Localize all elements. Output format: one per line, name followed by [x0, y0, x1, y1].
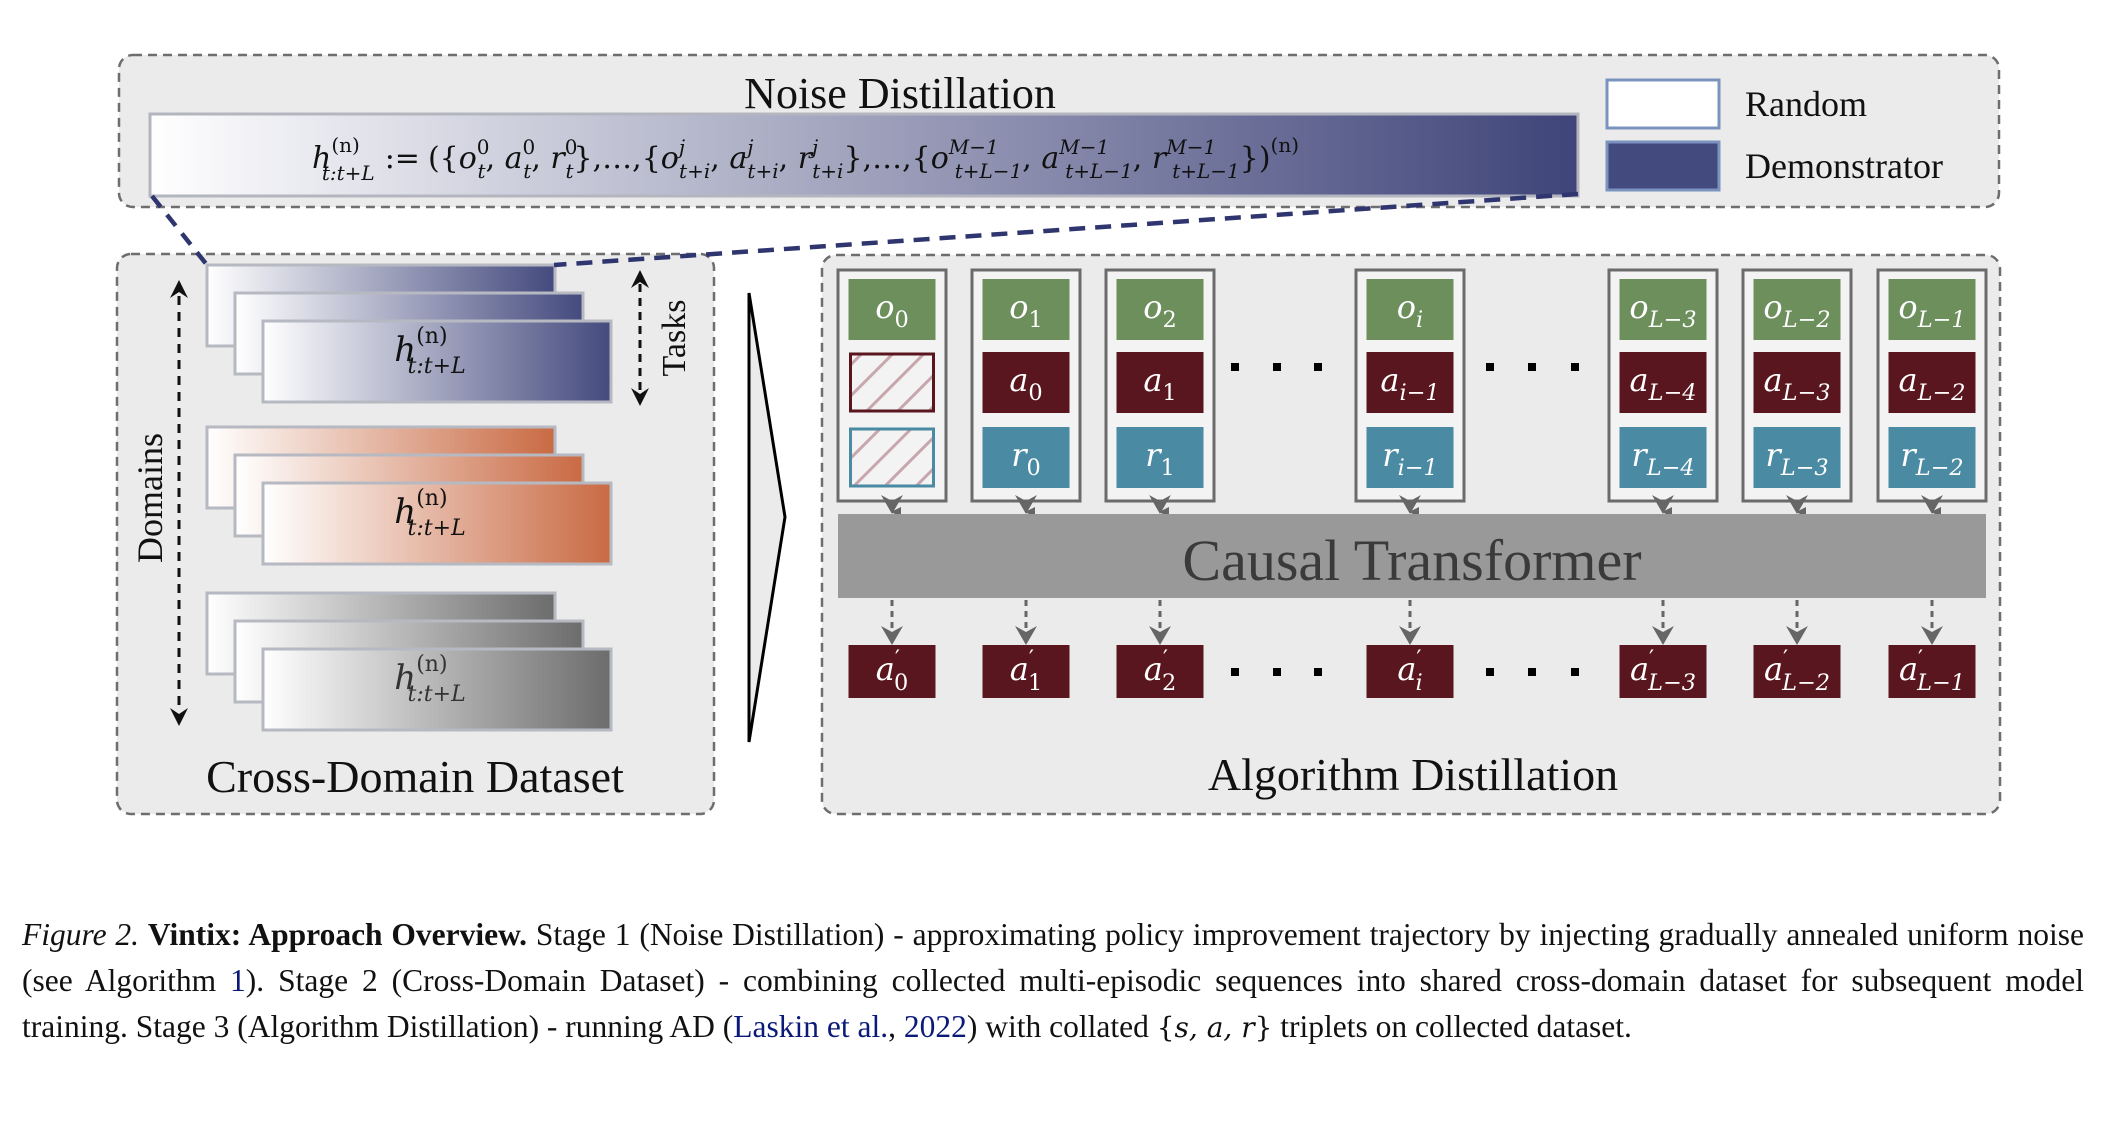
- legend-label-random: Random: [1745, 84, 1867, 124]
- ellipsis-dot: [1486, 668, 1494, 676]
- causal-transformer-label: Causal Transformer: [1182, 528, 1641, 593]
- timestep-column-4: oL−3aL−4rL−4: [1607, 268, 1719, 517]
- legend-swatch-random: [1605, 78, 1721, 130]
- caption-figure-label: Figure 2.: [22, 917, 140, 952]
- caption-math-triplet: {s, a, r}: [1156, 1011, 1273, 1044]
- ellipsis-dot: [1314, 668, 1322, 676]
- timestep-column-0: o0: [836, 268, 948, 517]
- algorithm-reference-link[interactable]: 1: [230, 963, 246, 998]
- ellipsis-dot: [1571, 363, 1579, 371]
- ellipsis-dot: [1273, 363, 1281, 371]
- domain-group-3: h(n) t:t+L: [205, 591, 613, 732]
- timestep-column-1: o1a0r0: [970, 268, 1082, 517]
- cross-domain-dataset-title: Cross-Domain Dataset: [206, 751, 624, 802]
- ellipsis-dot: [1231, 363, 1239, 371]
- timestep-column-2: o2a1r1: [1104, 268, 1216, 517]
- empty-action-token: [849, 352, 935, 413]
- legend-label-demonstrator: Demonstrator: [1745, 146, 1943, 186]
- cross-domain-dataset-panel: h(n) t:t+L h(n) t:t+L h(n) t:t+L Domains Task…: [115, 252, 716, 816]
- ellipsis-dot: [1231, 668, 1239, 676]
- ellipsis-dot: [1486, 363, 1494, 371]
- citation-year-link[interactable]: 2022: [904, 1009, 967, 1044]
- ellipsis-dot: [1571, 668, 1579, 676]
- stage-transition-chevron: [747, 292, 787, 743]
- tasks-label: Tasks: [656, 300, 693, 377]
- figure-caption: Figure 2. Vintix: Approach Overview. Sta…: [22, 912, 2084, 1051]
- caption-text-3: ) with collated: [966, 1009, 1157, 1044]
- domains-label: Domains: [130, 433, 170, 563]
- timestep-column-6: oL−1aL−2rL−2: [1876, 268, 1988, 517]
- legend-swatch-demonstrator: [1605, 140, 1721, 192]
- timestep-column-5: oL−2aL−3rL−3: [1741, 268, 1853, 517]
- ellipsis-dot: [1528, 668, 1536, 676]
- citation-separator: ,: [888, 1009, 904, 1044]
- domain-group-2: h(n) t:t+L: [205, 425, 613, 566]
- algorithm-distillation-title: Algorithm Distillation: [1208, 749, 1618, 800]
- domain-group-1: h(n) t:t+L: [205, 263, 613, 404]
- caption-text-4: triplets on collected dataset.: [1272, 1009, 1632, 1044]
- algorithm-distillation-panel: o0 o1a0r0o2a1r1 oiai−1ri−1 oL−3aL−4rL−4oL−2…: [820, 253, 2002, 816]
- ellipsis-dot: [1273, 668, 1281, 676]
- caption-title: Vintix: Approach Overview.: [147, 917, 528, 952]
- approach-overview-figure: Noise Distillation h(n) t:t+L:= ({o0 t, a0 t…: [115, 53, 2002, 816]
- ellipsis-dot: [1314, 363, 1322, 371]
- ellipsis-dot: [1528, 363, 1536, 371]
- timestep-column-3: oiai−1ri−1: [1354, 268, 1466, 517]
- empty-reward-token: [849, 427, 935, 488]
- noise-distillation-title: Noise Distillation: [744, 69, 1056, 118]
- citation-authors-link[interactable]: Laskin et al.: [733, 1009, 888, 1044]
- noise-distillation-panel: Noise Distillation h(n) t:t+L:= ({o0 t, a0 t…: [117, 53, 2001, 209]
